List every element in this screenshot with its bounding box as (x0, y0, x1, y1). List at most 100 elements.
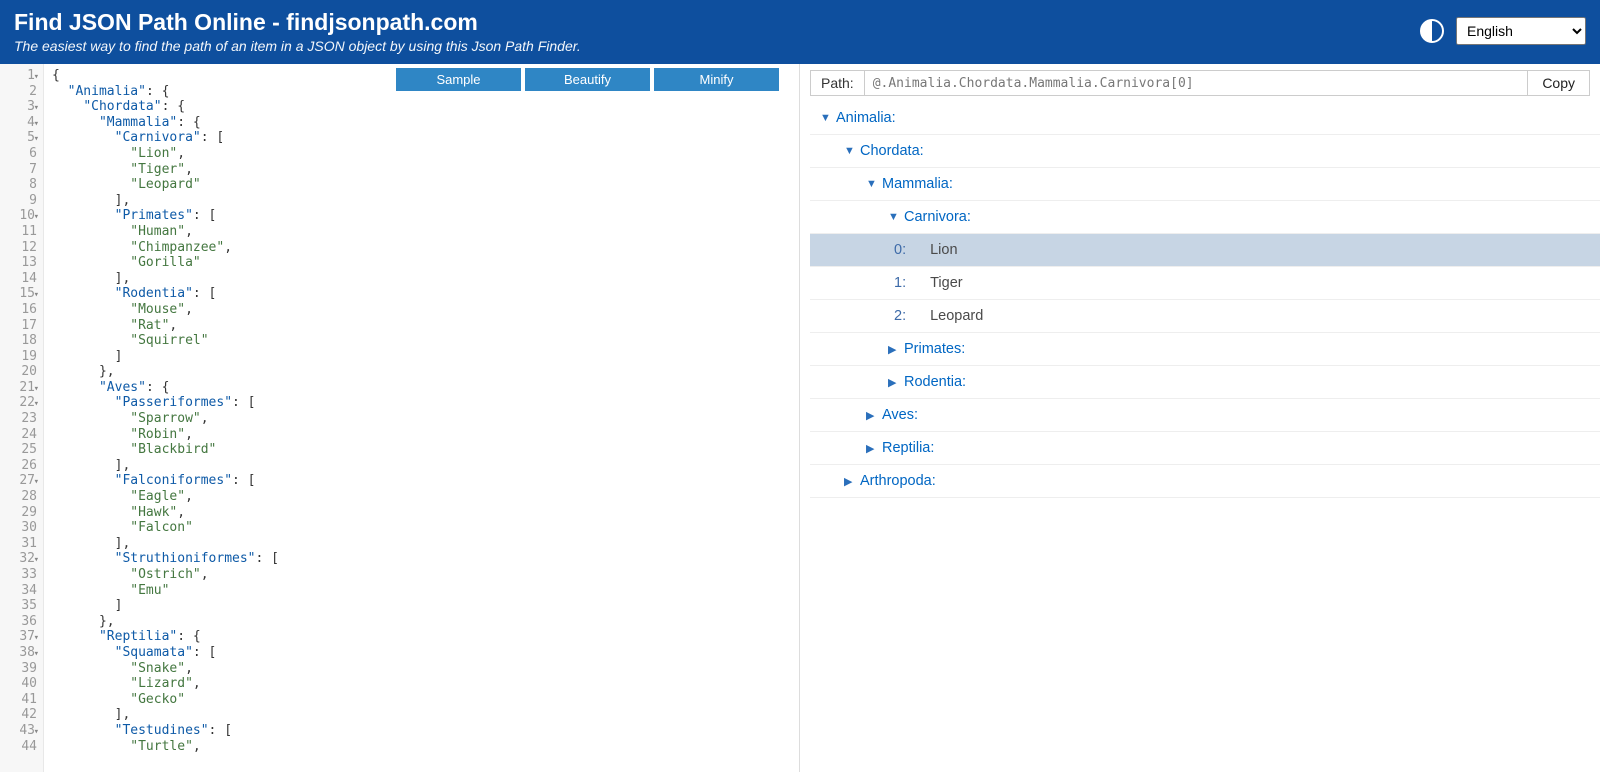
code-line[interactable]: "Human", (52, 224, 791, 240)
tree-row[interactable]: Arthropoda: (810, 465, 1600, 498)
json-editor[interactable]: 1 ▾23 ▾4 ▾5 ▾678910 ▾1112131415 ▾1617181… (0, 64, 799, 772)
copy-button[interactable]: Copy (1527, 71, 1589, 95)
beautify-button[interactable]: Beautify (525, 68, 650, 91)
code-line[interactable]: "Primates": [ (52, 208, 791, 224)
code-line[interactable]: "Falcon" (52, 520, 791, 536)
code-line[interactable]: "Aves": { (52, 380, 791, 396)
code-line[interactable]: "Chordata": { (52, 99, 791, 115)
tree-row[interactable]: Animalia: (810, 102, 1600, 135)
code-line[interactable]: ], (52, 707, 791, 723)
editor-code[interactable]: { "Animalia": { "Chordata": { "Mammalia"… (44, 64, 799, 772)
gutter-line: 24 (10, 427, 37, 443)
code-line[interactable]: ] (52, 349, 791, 365)
tree-value: Leopard (930, 308, 983, 324)
code-line[interactable]: ], (52, 458, 791, 474)
chevron-right-icon[interactable] (866, 442, 876, 455)
code-line[interactable]: "Ostrich", (52, 567, 791, 583)
gutter-line: 12 (10, 240, 37, 256)
gutter-line: 8 (10, 177, 37, 193)
code-line[interactable]: "Leopard" (52, 177, 791, 193)
code-line[interactable]: "Rat", (52, 318, 791, 334)
gutter-line: 14 (10, 271, 37, 287)
code-line[interactable]: ] (52, 598, 791, 614)
path-bar: Path: Copy (810, 70, 1590, 96)
code-line[interactable]: "Rodentia": [ (52, 286, 791, 302)
chevron-down-icon[interactable] (820, 112, 830, 124)
chevron-right-icon[interactable] (866, 409, 876, 422)
code-line[interactable]: ], (52, 536, 791, 552)
code-line[interactable]: ], (52, 271, 791, 287)
tree-row[interactable]: Chordata: (810, 135, 1600, 168)
tree-row[interactable]: Aves: (810, 399, 1600, 432)
tree-row[interactable]: 1:Tiger (810, 267, 1600, 300)
code-line[interactable]: "Mouse", (52, 302, 791, 318)
code-line[interactable]: "Robin", (52, 427, 791, 443)
code-line[interactable]: "Gorilla" (52, 255, 791, 271)
tree-key: Carnivora: (904, 209, 971, 225)
code-line[interactable]: "Hawk", (52, 505, 791, 521)
code-line[interactable]: "Squamata": [ (52, 645, 791, 661)
chevron-down-icon[interactable] (866, 178, 876, 190)
tree-key: Animalia: (836, 110, 896, 126)
code-line[interactable]: "Lizard", (52, 676, 791, 692)
code-line[interactable]: "Carnivora": [ (52, 130, 791, 146)
code-line[interactable]: ], (52, 193, 791, 209)
code-line[interactable]: "Struthioniformes": [ (52, 551, 791, 567)
path-input[interactable] (865, 72, 1528, 95)
gutter-line: 15 ▾ (10, 286, 37, 302)
code-line[interactable]: "Gecko" (52, 692, 791, 708)
tree-key: Reptilia: (882, 440, 934, 456)
code-line[interactable]: "Chimpanzee", (52, 240, 791, 256)
gutter-line: 41 (10, 692, 37, 708)
tree-row[interactable]: Primates: (810, 333, 1600, 366)
code-line[interactable]: "Emu" (52, 583, 791, 599)
gutter-line: 7 (10, 162, 37, 178)
chevron-down-icon[interactable] (844, 145, 854, 157)
chevron-right-icon[interactable] (888, 343, 898, 356)
json-tree: Animalia: Chordata: Mammalia: Carnivora: 0:L… (810, 102, 1600, 772)
tree-row[interactable]: 0:Lion (810, 234, 1600, 267)
gutter-line: 20 (10, 364, 37, 380)
code-line[interactable]: "Falconiformes": [ (52, 473, 791, 489)
code-line[interactable]: "Mammalia": { (52, 115, 791, 131)
chevron-right-icon[interactable] (888, 376, 898, 389)
tree-key: Chordata: (860, 143, 924, 159)
gutter-line: 32 ▾ (10, 551, 37, 567)
gutter-line: 2 (10, 84, 37, 100)
gutter-line: 5 ▾ (10, 130, 37, 146)
tree-row[interactable]: Rodentia: (810, 366, 1600, 399)
code-line[interactable]: "Snake", (52, 661, 791, 677)
gutter-line: 30 (10, 520, 37, 536)
code-line[interactable]: "Lion", (52, 146, 791, 162)
code-line[interactable]: "Testudines": [ (52, 723, 791, 739)
code-line[interactable]: "Reptilia": { (52, 629, 791, 645)
gutter-line: 44 (10, 739, 37, 755)
gutter-line: 40 (10, 676, 37, 692)
gutter-line: 34 (10, 583, 37, 599)
tree-row[interactable]: Reptilia: (810, 432, 1600, 465)
chevron-right-icon[interactable] (844, 475, 854, 488)
minify-button[interactable]: Minify (654, 68, 779, 91)
code-line[interactable]: "Sparrow", (52, 411, 791, 427)
code-line[interactable]: "Squirrel" (52, 333, 791, 349)
tree-row[interactable]: Mammalia: (810, 168, 1600, 201)
header-left: Find JSON Path Online - findjsonpath.com… (14, 9, 581, 54)
code-line[interactable]: "Tiger", (52, 162, 791, 178)
tree-row[interactable]: 2: Leopard (810, 300, 1600, 333)
code-line[interactable]: "Turtle", (52, 739, 791, 755)
sample-button[interactable]: Sample (396, 68, 521, 91)
code-line[interactable]: "Eagle", (52, 489, 791, 505)
language-select[interactable]: English (1456, 17, 1586, 45)
page-subtitle: The easiest way to find the path of an i… (14, 38, 581, 54)
code-line[interactable]: }, (52, 364, 791, 380)
code-line[interactable]: }, (52, 614, 791, 630)
code-line[interactable]: "Passeriformes": [ (52, 395, 791, 411)
gutter-line: 36 (10, 614, 37, 630)
chevron-down-icon[interactable] (888, 211, 898, 223)
gutter-line: 31 (10, 536, 37, 552)
code-line[interactable]: "Blackbird" (52, 442, 791, 458)
tree-index: 2: (894, 308, 906, 324)
theme-toggle-icon[interactable] (1420, 19, 1444, 43)
tree-row[interactable]: Carnivora: (810, 201, 1600, 234)
gutter-line: 4 ▾ (10, 115, 37, 131)
